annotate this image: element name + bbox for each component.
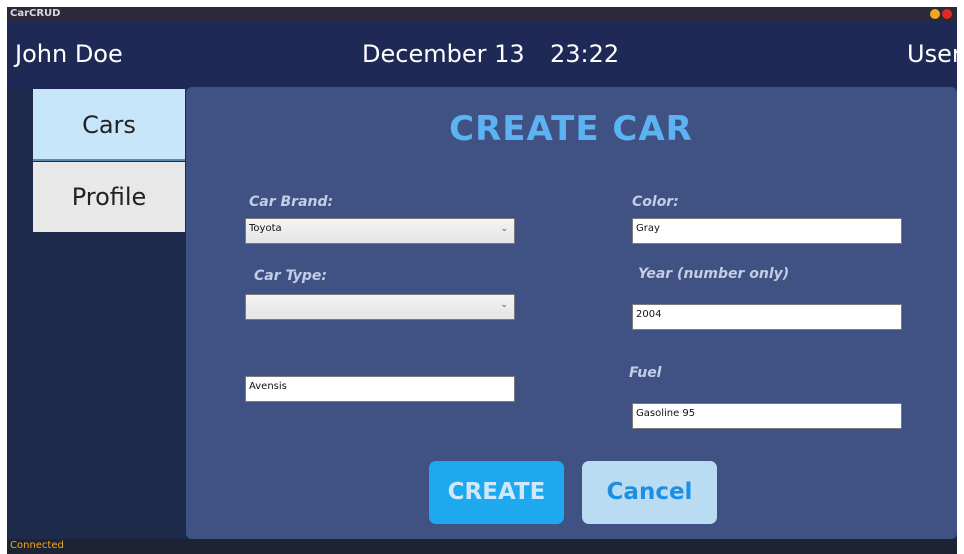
fuel-input[interactable]: Gasoline 95 — [632, 403, 902, 429]
app-window: CarCRUD John Doe December 13 23:22 User … — [7, 7, 957, 554]
minimize-icon[interactable] — [930, 9, 940, 19]
car-brand-label: Car Brand: — [249, 194, 334, 210]
year-input[interactable]: 2004 — [632, 304, 902, 330]
connection-status: Connected — [10, 540, 64, 551]
car-brand-value: Toyota — [249, 223, 282, 234]
sidebar-item-cars[interactable]: Cars — [33, 89, 185, 161]
chevron-down-icon: ⌄ — [500, 300, 508, 310]
header-bar: John Doe December 13 23:22 User — [7, 21, 957, 89]
user-name: John Doe — [15, 40, 123, 68]
sidebar-item-profile[interactable]: Profile — [33, 162, 185, 232]
cancel-button[interactable]: Cancel — [582, 461, 717, 524]
color-input[interactable]: Gray — [632, 218, 902, 244]
current-date: December 13 — [362, 40, 525, 68]
window-title: CarCRUD — [10, 8, 61, 19]
form-title: CREATE CAR — [449, 109, 693, 149]
fuel-label: Fuel — [629, 365, 662, 381]
create-button[interactable]: CREATE — [429, 461, 564, 524]
user-role: User — [907, 40, 957, 68]
close-icon[interactable] — [942, 9, 952, 19]
color-label: Color: — [632, 194, 679, 210]
car-model-input[interactable]: Avensis — [245, 376, 515, 402]
car-type-label: Car Type: — [254, 268, 327, 284]
chevron-down-icon: ⌄ — [500, 224, 508, 234]
car-type-select[interactable]: ⌄ — [245, 294, 515, 320]
title-bar[interactable]: CarCRUD — [7, 7, 957, 21]
create-car-panel: CREATE CAR Car Brand: Toyota ⌄ Car Type:… — [186, 87, 957, 539]
car-brand-select[interactable]: Toyota ⌄ — [245, 218, 515, 244]
sidebar: Cars Profile — [7, 89, 185, 539]
year-label: Year (number only) — [638, 266, 790, 282]
current-time: 23:22 — [550, 40, 620, 68]
status-bar: Connected — [7, 539, 957, 554]
